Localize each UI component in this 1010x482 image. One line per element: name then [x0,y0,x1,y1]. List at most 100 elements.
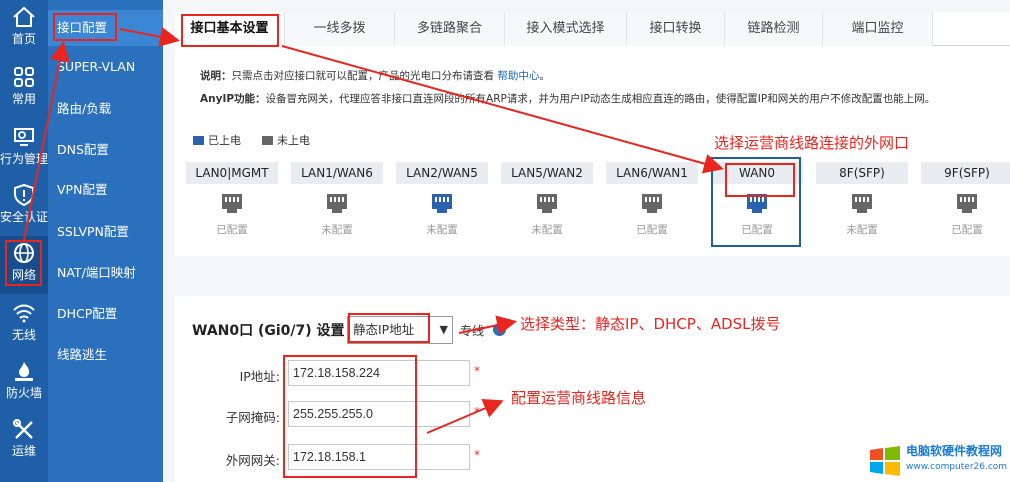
wifi-icon [13,304,35,323]
tab-multi-dial[interactable]: 一线多拨 [285,12,395,46]
rail-label: 行为管理 [0,152,49,166]
rail-item-home[interactable]: 首页 [0,0,48,58]
ethernet-port-icon [222,194,242,213]
rail-label: 防火墙 [5,386,42,400]
tab-interface-convert[interactable]: 接口转换 [627,12,725,46]
watermark-title: 电脑软硬件教程网 [906,444,1003,458]
tab-link-detect[interactable]: 链路检测 [725,12,823,46]
shield-icon [14,184,34,206]
chevron-down-icon: ▼ [439,323,448,336]
highlight-network-box [5,240,42,286]
tab-bar: 接口基本设置 一线多拨 多链路聚合 接入模式选择 接口转换 链路检测 端口监控 [175,12,1010,46]
ethernet-port-icon [642,194,662,213]
highlight-select-box [348,313,430,343]
port-6[interactable]: 8F(SFP) 未配置 [816,162,908,242]
port-status: 未配置 [426,224,458,236]
port-status: 已配置 [636,224,668,236]
submenu-item-sslvpn[interactable]: SSLVPN配置 [48,214,163,250]
required-mark: * [474,364,480,378]
port-status: 已配置 [951,224,983,236]
ethernet-port-icon [957,194,977,213]
tab-link-aggregation[interactable]: 多链路聚合 [395,12,505,46]
submenu-item-vpn[interactable]: VPN配置 [48,172,163,208]
note-end: 。 [539,70,550,82]
highlight-tab-box [181,14,279,47]
ethernet-port-icon [327,194,347,213]
firewall-icon [15,362,33,381]
port-2[interactable]: LAN2/WAN5 未配置 [396,162,488,242]
rail-item-wireless[interactable]: 无线 [0,296,48,354]
port-name: LAN2/WAN5 [396,162,488,184]
port-0[interactable]: LAN0|MGMT 已配置 [186,162,278,242]
submenu-item-dns[interactable]: DNS配置 [48,132,163,168]
required-mark: * [474,405,480,419]
legend-unpowered: 未上电 [262,132,310,148]
tools-icon [13,419,33,439]
help-center-link[interactable]: 帮助中心 [497,70,539,82]
port-status: 未配置 [321,224,353,236]
port-name: LAN1/WAN6 [291,162,383,184]
port-7[interactable]: 9F(SFP) 已配置 [921,162,1010,242]
submenu-item-line-escape[interactable]: 线路逃生 [48,337,163,373]
ethernet-port-icon [537,194,557,213]
port-1[interactable]: LAN1/WAN6 未配置 [291,162,383,242]
tab-access-mode[interactable]: 接入模式选择 [505,12,627,46]
port-status: 已配置 [216,224,248,236]
legend-powered: 已上电 [193,132,241,148]
watermark-url: www.computer26.com [906,462,1008,472]
dedicated-line-label: 专线 [460,324,485,338]
port-3[interactable]: LAN5/WAN2 未配置 [501,162,593,242]
port-name: 8F(SFP) [816,162,908,184]
note-line-1: 说明：只需点击对应接口就可以配置，产品的光电口分布请查看 帮助中心。 [200,68,550,83]
highlight-submenu-box [53,13,117,41]
tab-port-monitor[interactable]: 端口监控 [823,12,933,46]
rail-item-common[interactable]: 常用 [0,60,48,118]
wan-settings-title: WAN0口 (Gi0/7) 设置 [192,323,345,339]
rail-label: 无线 [11,328,36,342]
help-icon[interactable]: ? [493,323,506,336]
network-submenu: 接口配置 SUPER-VLAN 路由/负载 DNS配置 VPN配置 SSLVPN… [48,0,163,482]
note-line-2: AnyIP功能：设备冒充网关，代理应答非接口直连网段的所有ARP请求，并为用户I… [200,91,935,106]
rail-item-firewall[interactable]: 防火墙 [0,354,48,412]
legend-unpowered-label: 未上电 [277,134,310,147]
port-name: LAN0|MGMT [186,162,278,184]
rail-item-security[interactable]: 安全认证 [0,178,48,236]
port-4[interactable]: LAN6/WAN1 已配置 [606,162,698,242]
port-status: 未配置 [531,224,563,236]
powered-swatch [193,136,204,145]
port-name: 9F(SFP) [921,162,1010,184]
annotation-select-port: 选择运营商线路连接的外网口 [714,134,910,152]
submenu-item-super-vlan[interactable]: SUPER-VLAN [48,49,163,85]
highlight-fields-box [283,355,417,478]
grid-icon [14,67,34,87]
home-icon [13,6,35,27]
ip-label: IP地址: [239,369,280,384]
rail-item-ops[interactable]: 运维 [0,412,48,470]
anyip-text: 设备冒充网关，代理应答非接口直连网段的所有ARP请求，并为用户IP动态生成相应直… [265,93,936,105]
annotation-select-type: 选择类型：静态IP、DHCP、ADSL拨号 [520,315,781,333]
ethernet-port-icon [852,194,872,213]
anyip-label: AnyIP功能： [200,93,266,105]
port-name: LAN6/WAN1 [606,162,698,184]
rail-label: 运维 [11,444,36,458]
rail-label: 安全认证 [0,210,49,224]
rail-item-behavior[interactable]: 行为管理 [0,120,48,178]
gateway-label: 外网网关: [225,453,280,468]
submenu-item-nat[interactable]: NAT/端口映射 [48,255,163,291]
rail-label: 首页 [11,32,36,46]
windows-logo-icon [870,446,900,476]
annotation-config-info: 配置运营商线路信息 [511,389,647,407]
behavior-icon [14,128,34,146]
port-status: 未配置 [846,224,878,236]
highlight-wan0-box [725,163,795,197]
rail-label: 常用 [11,92,36,106]
note-label: 说明： [200,70,232,82]
port-name: LAN5/WAN2 [501,162,593,184]
mask-label: 子网掩码: [225,410,280,425]
note-text: 只需点击对应接口就可以配置，产品的光电口分布请查看 [231,70,495,82]
submenu-item-dhcp[interactable]: DHCP配置 [48,296,163,332]
unpowered-swatch [262,136,273,145]
ethernet-port-icon [432,194,452,213]
submenu-item-routing[interactable]: 路由/负载 [48,91,163,127]
legend-powered-label: 已上电 [208,134,241,147]
